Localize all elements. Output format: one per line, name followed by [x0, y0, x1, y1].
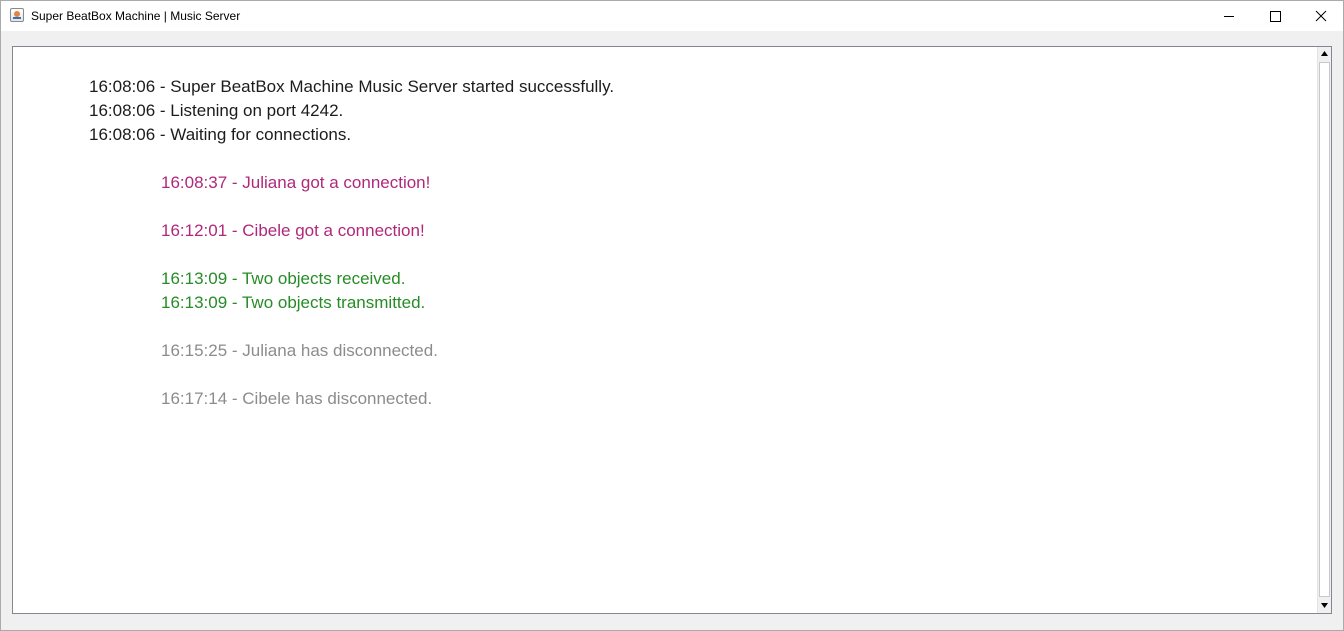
log-line: 16:13:09 - Two objects transmitted.: [161, 293, 426, 312]
log-line: 16:15:25 - Juliana has disconnected.: [161, 341, 438, 360]
log-line: 16:08:06 - Listening on port 4242.: [89, 101, 344, 120]
log-line: 16:12:01 - Cibele got a connection!: [161, 221, 425, 240]
log-scroll-pane: 16:08:06 - Super BeatBox Machine Music S…: [12, 46, 1332, 614]
close-icon: [1315, 10, 1327, 22]
log-text-area[interactable]: 16:08:06 - Super BeatBox Machine Music S…: [13, 47, 1317, 613]
log-line: 16:17:14 - Cibele has disconnected.: [161, 389, 433, 408]
log-line: 16:08:06 - Waiting for connections.: [89, 125, 352, 144]
server-window: Super BeatBox Machine | Music Server 16:…: [0, 0, 1344, 631]
maximize-button[interactable]: [1252, 1, 1298, 31]
close-button[interactable]: [1298, 1, 1344, 31]
minimize-icon: [1224, 16, 1234, 17]
vertical-scrollbar[interactable]: [1317, 47, 1331, 613]
minimize-button[interactable]: [1206, 1, 1252, 31]
scroll-down-button[interactable]: [1318, 599, 1331, 613]
log-line: 16:08:06 - Super BeatBox Machine Music S…: [89, 77, 615, 96]
title-bar[interactable]: Super BeatBox Machine | Music Server: [1, 1, 1343, 31]
scroll-up-arrow-icon: [1321, 51, 1328, 56]
java-app-icon[interactable]: [10, 8, 24, 22]
scroll-track[interactable]: [1319, 62, 1330, 597]
scroll-up-button[interactable]: [1318, 47, 1331, 61]
maximize-icon: [1270, 11, 1281, 22]
log-line: 16:08:37 - Juliana got a connection!: [161, 173, 431, 192]
log-line: 16:13:09 - Two objects received.: [161, 269, 406, 288]
scroll-down-arrow-icon: [1321, 603, 1328, 608]
window-title: Super BeatBox Machine | Music Server: [31, 9, 241, 23]
